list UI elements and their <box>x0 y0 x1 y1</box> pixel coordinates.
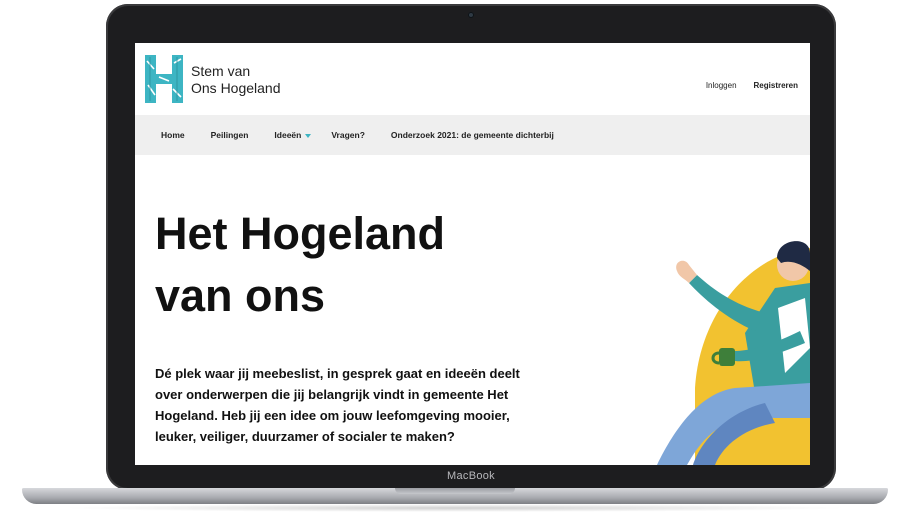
hero-intro-text: Dé plek waar jij meebeslist, in gesprek … <box>155 366 520 444</box>
register-link[interactable]: Registreren <box>754 81 798 90</box>
hogeland-logo-icon[interactable] <box>145 55 183 103</box>
nav-item-home[interactable]: Home <box>161 130 185 140</box>
logo-line-1: Stem van <box>191 63 251 79</box>
login-link[interactable]: Inloggen <box>706 81 737 90</box>
chevron-down-icon[interactable] <box>305 133 312 138</box>
coffee-mug-icon <box>719 348 735 366</box>
hero-illustration <box>605 213 810 465</box>
logo-line-2: Ons Hogeland <box>191 80 281 96</box>
laptop-shadow <box>60 504 850 512</box>
site-header: Stem van Ons Hogeland Inloggen Registrer… <box>135 43 810 115</box>
hero-title-line-1: Het Hogeland <box>155 208 446 259</box>
nav-item-ideeen-label: Ideeën <box>274 130 302 140</box>
hero-title-line-2: van ons <box>155 270 326 321</box>
nav-item-onderzoek-2021[interactable]: Onderzoek 2021: de gemeente dichterbij <box>391 130 554 140</box>
browser-screen: Stem van Ons Hogeland Inloggen Registrer… <box>135 43 810 465</box>
nav-item-vragen[interactable]: Vragen? <box>331 130 365 140</box>
laptop-base <box>22 488 888 504</box>
hero-title: Het Hogeland van ons <box>155 203 555 327</box>
nav-item-ideeen[interactable]: Ideeën <box>274 130 312 140</box>
device-brand-label: MacBook <box>447 470 495 482</box>
site-logo-text[interactable]: Stem van Ons Hogeland <box>191 63 281 97</box>
camera-icon <box>468 12 474 18</box>
main-navigation: Home Peilingen Ideeën Vragen? Onderzoek … <box>135 115 810 155</box>
auth-links: Inloggen Registreren <box>706 81 798 90</box>
nav-item-peilingen[interactable]: Peilingen <box>211 130 249 140</box>
laptop-notch <box>395 488 515 494</box>
